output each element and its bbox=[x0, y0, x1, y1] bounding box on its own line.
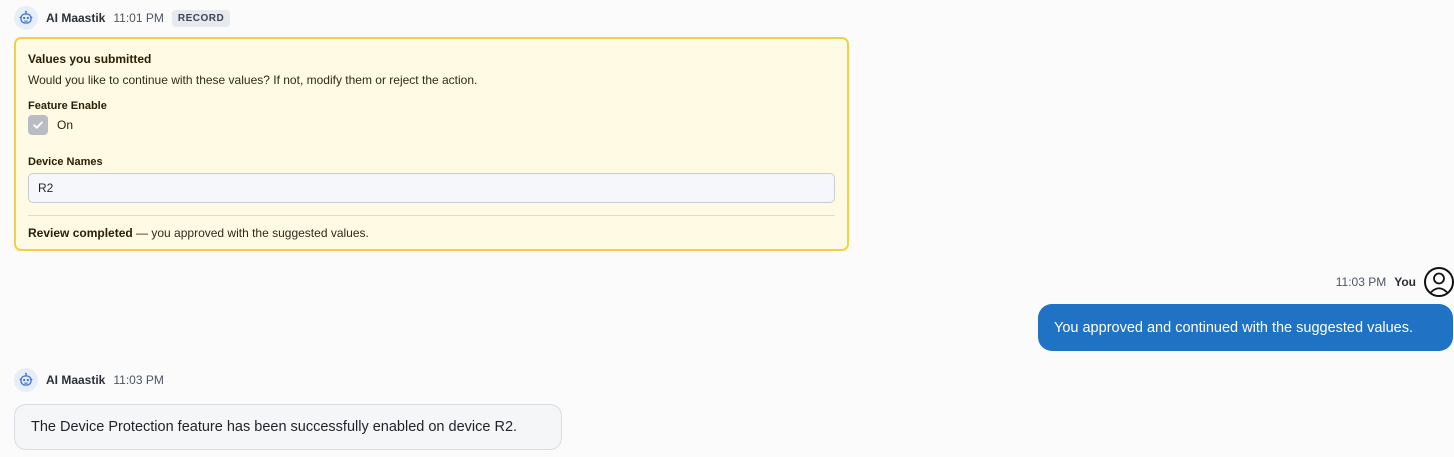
sender-name: AI Maastik bbox=[46, 11, 106, 25]
review-status: Review completed — you approved with the… bbox=[28, 226, 835, 240]
review-divider bbox=[28, 215, 835, 216]
user-icon bbox=[1424, 267, 1454, 297]
review-card: Values you submitted Would you like to c… bbox=[14, 37, 849, 251]
device-names-input[interactable] bbox=[28, 173, 835, 203]
feature-enable-row: On bbox=[28, 115, 835, 135]
message-time: 11:03 PM bbox=[113, 373, 164, 387]
message-header-ai-1: AI Maastik 11:01 PM RECORD bbox=[14, 6, 231, 30]
sender-name: You bbox=[1394, 275, 1416, 289]
assistant-message-bubble: The Device Protection feature has been s… bbox=[14, 404, 562, 450]
feature-enable-checkbox[interactable] bbox=[28, 115, 48, 135]
review-status-bold: Review completed bbox=[28, 226, 133, 240]
message-time: 11:03 PM bbox=[1335, 275, 1387, 289]
review-card-title: Values you submitted bbox=[28, 52, 152, 66]
checkmark-icon bbox=[33, 121, 43, 129]
sender-name: AI Maastik bbox=[46, 373, 106, 387]
review-card-description: Would you like to continue with these va… bbox=[28, 73, 478, 87]
robot-icon bbox=[14, 368, 38, 392]
message-header-user: 11:03 PM You bbox=[1336, 267, 1454, 297]
user-message-bubble: You approved and continued with the sugg… bbox=[1038, 304, 1453, 351]
device-names-label: Device Names bbox=[28, 156, 103, 168]
message-header-ai-2: AI Maastik 11:03 PM bbox=[14, 368, 164, 392]
feature-enable-value-label: On bbox=[57, 118, 74, 132]
record-badge: RECORD bbox=[171, 9, 231, 27]
feature-enable-label: Feature Enable bbox=[28, 100, 107, 112]
message-time: 11:01 PM bbox=[113, 11, 164, 25]
review-status-text: — you approved with the suggested values… bbox=[132, 226, 369, 240]
robot-icon bbox=[14, 6, 38, 30]
